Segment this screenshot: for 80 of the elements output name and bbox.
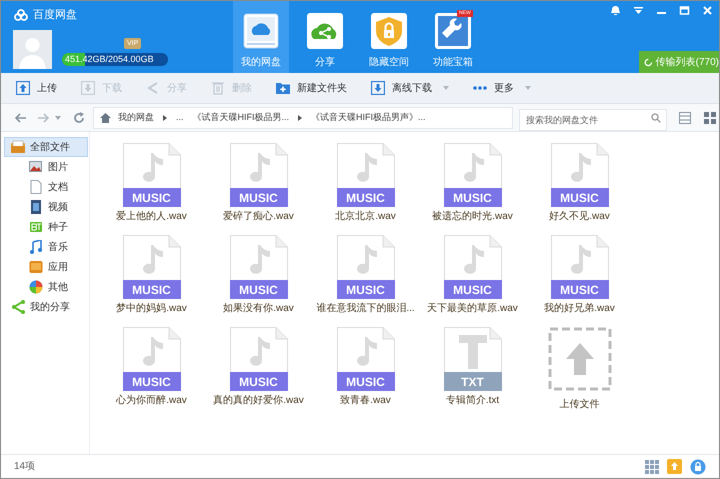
breadcrumb-item[interactable]: 《试音天碟HIFI极品男声》... <box>311 110 426 124</box>
lock-icon[interactable] <box>690 458 706 474</box>
sidebar-item[interactable]: 我的分享 <box>4 297 88 317</box>
file-name[interactable]: 梦中的妈妈.wav <box>116 301 187 316</box>
film-icon <box>29 200 43 214</box>
cloud-drive-icon <box>243 13 279 49</box>
file-name[interactable]: 北京北京.wav <box>335 209 396 224</box>
toolbar-button[interactable]: 新建文件夹 <box>276 72 347 104</box>
sidebar-item[interactable]: 种子 <box>4 217 88 237</box>
bt-icon <box>29 220 43 234</box>
caret-icon[interactable] <box>55 116 61 120</box>
toolbar-button[interactable]: 更多 <box>473 72 531 104</box>
list-view-icon[interactable] <box>679 112 691 124</box>
upload-tile-icon[interactable] <box>548 327 612 391</box>
sidebar-item[interactable]: 应用 <box>4 257 88 277</box>
file-name[interactable]: 天下最美的草原.wav <box>427 301 518 316</box>
nav-tab[interactable]: 隐藏空间 <box>361 1 417 73</box>
back-arrow-icon[interactable] <box>15 112 27 122</box>
toolbar-button[interactable]: 上传 <box>16 72 57 104</box>
upload-box-icon[interactable] <box>667 459 682 474</box>
share-icon <box>11 300 25 314</box>
sidebar-item[interactable]: 图片 <box>4 157 88 177</box>
bell-icon[interactable] <box>610 5 621 16</box>
maximize-icon[interactable] <box>679 5 690 16</box>
file-name[interactable]: 致青春.wav <box>340 393 391 408</box>
dropdown-icon[interactable] <box>633 5 644 16</box>
app-box-icon <box>29 260 43 274</box>
app-title: 百度网盘 <box>33 8 77 23</box>
caret-icon <box>443 86 449 90</box>
folder-plus-icon <box>276 81 290 95</box>
sidebar-item[interactable]: 文档 <box>4 177 88 197</box>
folder-icon <box>11 140 25 154</box>
nav-tab[interactable]: 分享 <box>297 1 353 73</box>
image-icon <box>29 160 43 174</box>
separator-icon <box>163 114 167 120</box>
trash-icon <box>211 81 225 95</box>
upload-icon <box>16 81 30 95</box>
file-name[interactable]: 如果没有你.wav <box>223 301 294 316</box>
file-name[interactable]: 心为你而醉.wav <box>116 393 187 408</box>
file-name[interactable]: 我的好兄弟.wav <box>544 301 615 316</box>
upload-label[interactable]: 上传文件 <box>560 397 600 412</box>
sidebar-item[interactable]: 视频 <box>4 197 88 217</box>
spinner-icon <box>644 56 653 68</box>
file-name[interactable]: 爱上他的人.wav <box>116 209 187 224</box>
music-note-icon <box>29 240 43 254</box>
breadcrumb-item[interactable]: ... <box>176 110 184 124</box>
close-icon[interactable] <box>702 5 713 16</box>
breadcrumb-item[interactable]: 我的网盘 <box>118 110 154 124</box>
search-field[interactable]: 搜索我的网盘文件 <box>519 108 667 130</box>
item-count: 14项 <box>14 460 36 474</box>
sidebar-item[interactable]: 其他 <box>4 277 88 297</box>
grid-icon[interactable] <box>645 460 659 474</box>
separator-icon <box>298 114 302 120</box>
storage-text: 451.42GB/2054.00GB <box>65 52 154 66</box>
toolbar-button[interactable]: 离线下载 <box>371 72 449 104</box>
file-name[interactable]: 专辑简介.txt <box>446 393 500 408</box>
download-box-icon <box>371 81 385 95</box>
lock-shield-icon <box>371 13 407 49</box>
refresh-icon[interactable] <box>73 112 85 124</box>
search-icon[interactable] <box>651 112 661 122</box>
caret-icon <box>525 86 531 90</box>
file-name[interactable]: 爱碎了痴心.wav <box>223 209 294 224</box>
document-icon <box>29 180 43 194</box>
file-name[interactable]: 好久不见.wav <box>549 209 610 224</box>
wrench-icon <box>435 13 471 49</box>
breadcrumb-item[interactable]: 《试音天碟HIFI极品男... <box>192 110 290 124</box>
forward-arrow-icon[interactable] <box>37 112 49 122</box>
cloud-logo-icon <box>13 9 29 22</box>
grid-view-icon[interactable] <box>704 112 716 124</box>
download-icon <box>81 81 95 95</box>
sidebar-item[interactable]: 音乐 <box>4 237 88 257</box>
avatar-icon <box>13 30 52 68</box>
share-icon <box>307 13 343 49</box>
file-name[interactable]: 被遗忘的时光.wav <box>432 209 513 224</box>
file-name[interactable]: 真的真的好爱你.wav <box>213 393 304 408</box>
sidebar-item[interactable]: 全部文件 <box>4 137 88 157</box>
file-name[interactable]: 谁在意我流下的眼泪... <box>316 301 415 316</box>
home-icon <box>100 112 111 122</box>
pie-icon <box>29 280 43 294</box>
share-icon <box>146 81 160 95</box>
